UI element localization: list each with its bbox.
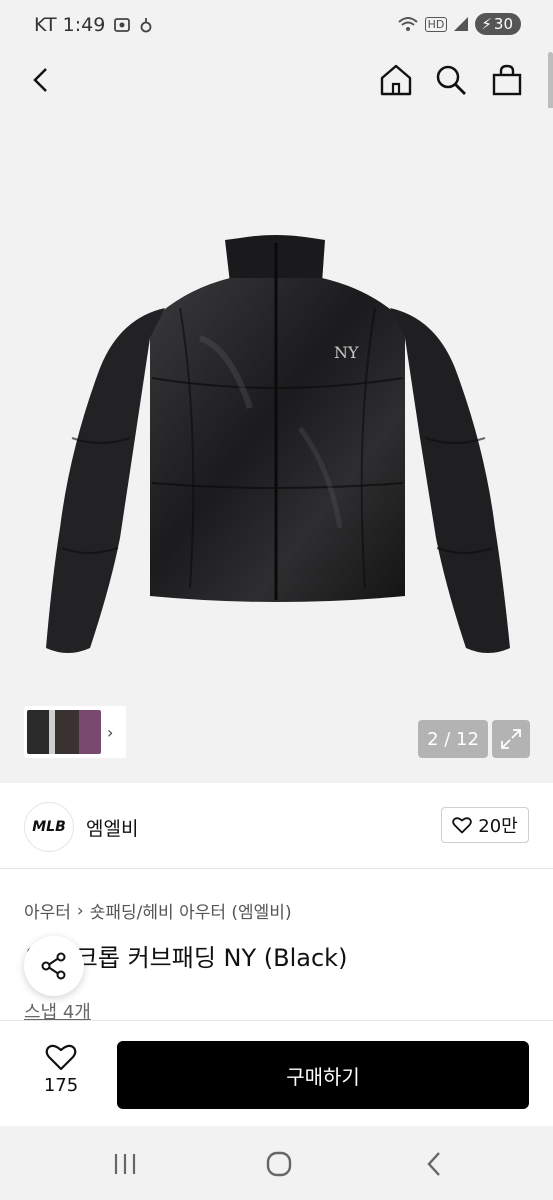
- expand-icon: [501, 729, 521, 749]
- charging-icon: ⚡: [481, 15, 492, 33]
- home-button[interactable]: [376, 60, 416, 100]
- recent-apps-icon: [114, 1154, 136, 1174]
- share-icon: [41, 952, 66, 980]
- thumbnail-chevron-right-icon: ›: [107, 722, 114, 742]
- expand-button[interactable]: [492, 720, 530, 758]
- search-icon: [436, 65, 466, 95]
- back-button[interactable]: [22, 60, 62, 100]
- product-jacket-image: NY: [46, 235, 510, 653]
- top-nav: [0, 52, 553, 108]
- svg-text:NY: NY: [334, 343, 359, 362]
- breadcrumb-chevron-icon: ›: [76, 900, 84, 921]
- system-back-button[interactable]: [414, 1144, 454, 1184]
- shopping-bag-icon: [492, 64, 522, 96]
- heart-outline-icon: [452, 817, 473, 834]
- hd-badge: HD: [424, 16, 448, 32]
- breadcrumb-category[interactable]: 아우터: [24, 898, 71, 923]
- share-button[interactable]: [24, 936, 84, 996]
- product-image-gallery[interactable]: NY › 2 / 12: [0, 108, 553, 783]
- battery-level: 30: [493, 15, 513, 33]
- bottom-action-bar: 175 구매하기: [0, 1020, 553, 1126]
- brand-name[interactable]: 엠엘비: [86, 814, 138, 841]
- brand-like-button[interactable]: 20만: [441, 807, 529, 843]
- image-page-counter: 2 / 12: [418, 720, 488, 758]
- breadcrumb-subcategory[interactable]: 숏패딩/헤비 아우터 (엠엘비): [90, 898, 292, 923]
- recent-apps-button[interactable]: [105, 1144, 145, 1184]
- status-left: KT 1:49: [34, 14, 153, 36]
- cart-button[interactable]: [487, 60, 527, 100]
- signal-icon: [454, 17, 469, 31]
- system-navigation-bar: [0, 1126, 553, 1200]
- wishlist-button[interactable]: 175: [30, 1043, 92, 1107]
- home-icon: [380, 64, 412, 96]
- home-system-button[interactable]: [259, 1144, 299, 1184]
- breadcrumb: 아우터 › 숏패딩/헤비 아우터 (엠엘비): [24, 898, 292, 924]
- brand-like-count: 20만: [478, 816, 518, 837]
- wifi-icon: [397, 17, 418, 31]
- brand-row: MLB 엠엘비 20만: [0, 783, 553, 869]
- status-right: HD ⚡ 30: [397, 13, 521, 35]
- search-button[interactable]: [431, 60, 471, 100]
- home-circle-icon: [266, 1151, 292, 1177]
- carrier-time: KT 1:49: [34, 14, 106, 36]
- wishlist-count: 175: [43, 1075, 79, 1096]
- back-arrow-icon: [33, 68, 47, 92]
- thumbnail-preview[interactable]: [27, 710, 101, 754]
- brand-logo[interactable]: MLB: [24, 802, 74, 852]
- app-notification-icon: [140, 18, 152, 33]
- screenshot-icon: [114, 18, 131, 32]
- status-bar: KT 1:49 HD ⚡ 30: [0, 0, 553, 52]
- thumbnail-strip[interactable]: ›: [24, 706, 126, 758]
- system-back-icon: [427, 1152, 440, 1176]
- battery-indicator: ⚡ 30: [475, 13, 521, 35]
- heart-icon: [45, 1044, 77, 1071]
- buy-button[interactable]: 구매하기: [117, 1041, 529, 1109]
